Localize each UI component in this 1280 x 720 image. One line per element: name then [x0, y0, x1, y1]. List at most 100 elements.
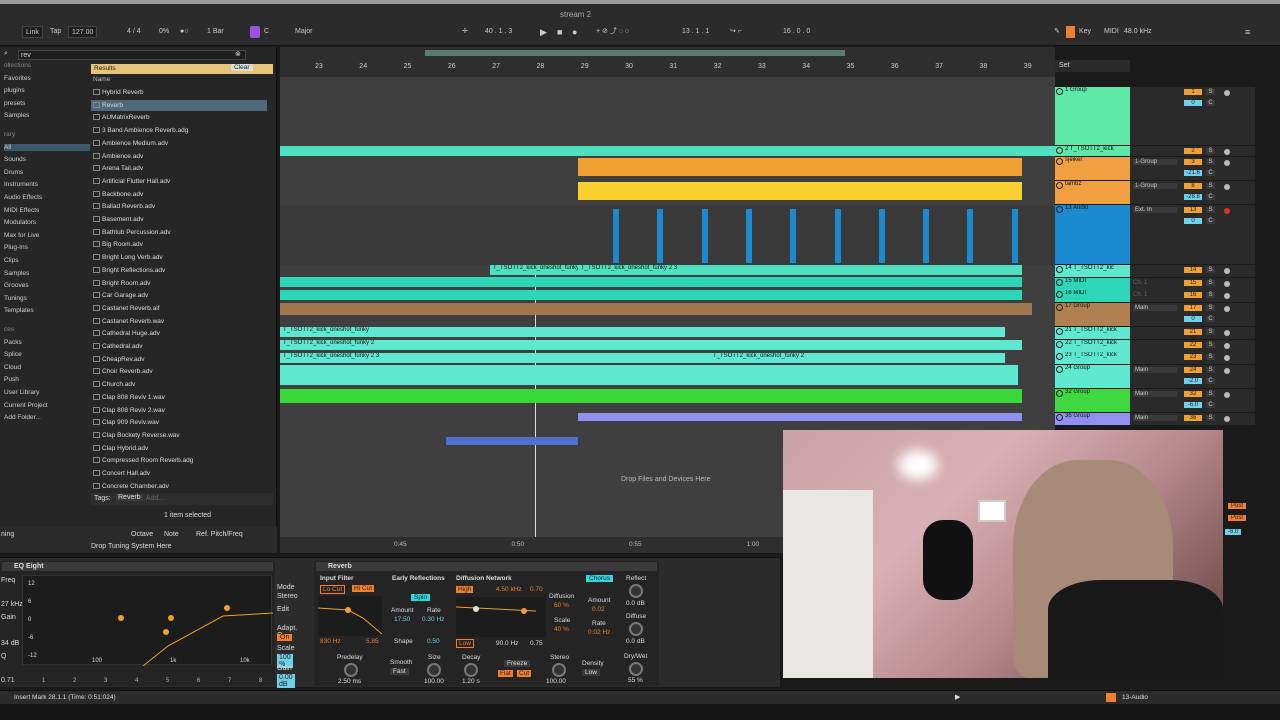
eq-band-toggle[interactable]: 1	[42, 678, 45, 684]
track-number[interactable]: 3	[1184, 159, 1202, 165]
arm-button[interactable]	[1224, 416, 1230, 422]
high-freq-value[interactable]: 4.50 kHz	[496, 586, 522, 593]
drywet-value[interactable]: 55 %	[628, 677, 643, 684]
solo-button[interactable]: S	[1206, 415, 1215, 421]
pan-center[interactable]: C	[1206, 194, 1215, 200]
diffusion-graph[interactable]	[455, 597, 546, 637]
track-header[interactable]: 21 T_TSOTT2_kick	[1055, 327, 1130, 339]
solo-button[interactable]: S	[1206, 342, 1215, 348]
track-name[interactable]: 24 Group	[1065, 365, 1090, 371]
volume-value[interactable]: -6.0	[1184, 402, 1202, 408]
key-scale[interactable]: Major	[295, 26, 313, 38]
track-number[interactable]: 21	[1184, 329, 1202, 335]
stereo-knob[interactable]	[552, 663, 566, 677]
high-ratio-value[interactable]: 0.70	[530, 586, 543, 593]
volume-value[interactable]: 0	[1184, 316, 1202, 322]
browser-category[interactable]: Max for Live	[4, 232, 39, 239]
eq-band-toggle[interactable]: 2	[73, 678, 76, 684]
time-signature[interactable]: 4 / 4	[127, 26, 141, 38]
browser-category[interactable]: Modulators	[4, 219, 36, 226]
result-item[interactable]: Big Room.adv	[102, 241, 143, 248]
browser-category[interactable]: Drums	[4, 169, 23, 176]
result-item[interactable]: Reverb	[102, 102, 123, 109]
output-routing-menu[interactable]: Main	[1133, 367, 1177, 373]
track-activator-icon[interactable]	[1056, 88, 1063, 95]
menu-icon[interactable]: ≡	[1245, 26, 1250, 38]
solo-button[interactable]: S	[1206, 207, 1215, 213]
add-tag-button[interactable]: Add...	[146, 495, 164, 502]
tag-reverb[interactable]: Reverb	[116, 494, 143, 501]
track-activator-icon[interactable]	[1056, 206, 1063, 213]
arm-button[interactable]	[1224, 160, 1230, 166]
result-item[interactable]: CheapRev.adv	[102, 356, 145, 363]
solo-button[interactable]: S	[1206, 391, 1215, 397]
track-name[interactable]: 2 T_TSOTT2_kick	[1065, 146, 1114, 152]
volume-value[interactable]: -28.8	[1184, 194, 1202, 200]
arm-button[interactable]	[1224, 149, 1230, 155]
smooth-menu[interactable]: Fast	[390, 668, 409, 675]
result-item[interactable]: Car Garage.adv	[102, 292, 148, 299]
result-item[interactable]: Church.adv	[102, 381, 135, 388]
diffuse-knob[interactable]	[629, 622, 643, 636]
lo-cut-value[interactable]: 830 Hz	[320, 638, 341, 645]
decay-value[interactable]: 1.20 s	[462, 678, 480, 685]
eq-freq-value[interactable]: 27 kHz	[1, 601, 23, 608]
track-header[interactable]: 23 T_TSOTT2_kick	[1055, 352, 1130, 364]
solo-button[interactable]: S	[1206, 305, 1215, 311]
track-number[interactable]: 36	[1184, 415, 1202, 421]
link-button[interactable]: Link	[22, 26, 43, 38]
arm-button[interactable]	[1224, 90, 1230, 96]
key-map-icon[interactable]	[1066, 26, 1075, 38]
low-ratio-value[interactable]: 0.75	[530, 640, 543, 647]
solo-button[interactable]: S	[1206, 354, 1215, 360]
output-routing-menu[interactable]: Main	[1133, 391, 1177, 397]
solo-button[interactable]: S	[1206, 329, 1215, 335]
browser-category[interactable]: Push	[4, 376, 19, 383]
group-32-lane[interactable]	[280, 389, 1022, 403]
result-item[interactable]: AUMatrixReverb	[102, 114, 150, 121]
eq-band-toggle[interactable]: 4	[135, 678, 138, 684]
browser-category[interactable]: Templates	[4, 307, 34, 314]
track-name[interactable]: sjeiker	[1065, 157, 1082, 163]
solo-button[interactable]: S	[1206, 280, 1215, 286]
result-item[interactable]: Bright Room.adv	[102, 280, 150, 287]
track-number[interactable]: 14	[1184, 267, 1202, 273]
clear-search-icon[interactable]: ⊗	[235, 50, 241, 58]
eq-band-toggle[interactable]: 3	[104, 678, 107, 684]
track-name[interactable]: 1 Group	[1065, 87, 1087, 93]
tempo-field[interactable]: 127.00	[68, 26, 98, 38]
audio-lane[interactable]	[280, 206, 1055, 265]
track-name[interactable]: 17 Group	[1065, 303, 1090, 309]
result-item[interactable]: Concert Hall.adv	[102, 470, 150, 477]
result-item[interactable]: Castanet Reverb.wav	[102, 318, 164, 325]
volume-value[interactable]: 0	[1184, 218, 1202, 224]
track-number[interactable]: 32	[1184, 391, 1202, 397]
track-header[interactable]: 15 MIDI	[1055, 278, 1130, 290]
track-header[interactable]: 24 Group	[1055, 365, 1130, 388]
track-name[interactable]: 32 Group	[1065, 389, 1090, 395]
scale-value[interactable]: 40 %	[554, 626, 569, 633]
lo-cut-toggle[interactable]: Lo Cut	[320, 585, 346, 594]
solo-button[interactable]: S	[1206, 148, 1215, 154]
result-item[interactable]: Ambience.adv	[102, 153, 143, 160]
track-number[interactable]: 13	[1184, 207, 1202, 213]
track-header[interactable]: 32 Group	[1055, 389, 1130, 412]
result-item[interactable]: Cathedral.adv	[102, 343, 142, 350]
predelay-value[interactable]: 2.50 ms	[338, 678, 361, 685]
browser-category[interactable]: presets	[4, 100, 25, 107]
track-name[interactable]: 13 Audio	[1065, 205, 1088, 211]
browser-category[interactable]: MIDI Effects	[4, 207, 39, 214]
shape-value[interactable]: 0.50	[427, 638, 440, 645]
play-icon[interactable]: ▶	[540, 26, 547, 38]
eq-band-handle[interactable]	[118, 615, 124, 621]
result-item[interactable]: Arena Tail.adv	[102, 165, 143, 172]
browser-category[interactable]: Instruments	[4, 181, 38, 188]
arm-button[interactable]	[1224, 392, 1230, 398]
scale-mode-icon[interactable]	[250, 26, 260, 38]
eq-band-toggle[interactable]: 8	[259, 678, 262, 684]
output-routing-menu[interactable]: Main	[1133, 415, 1177, 421]
post-toggle[interactable]: Post	[1228, 503, 1247, 509]
result-item[interactable]: Ambience Medium.adv	[102, 140, 168, 147]
stereo-value[interactable]: 100.00	[546, 678, 566, 685]
track-number[interactable]: 2	[1184, 148, 1202, 154]
